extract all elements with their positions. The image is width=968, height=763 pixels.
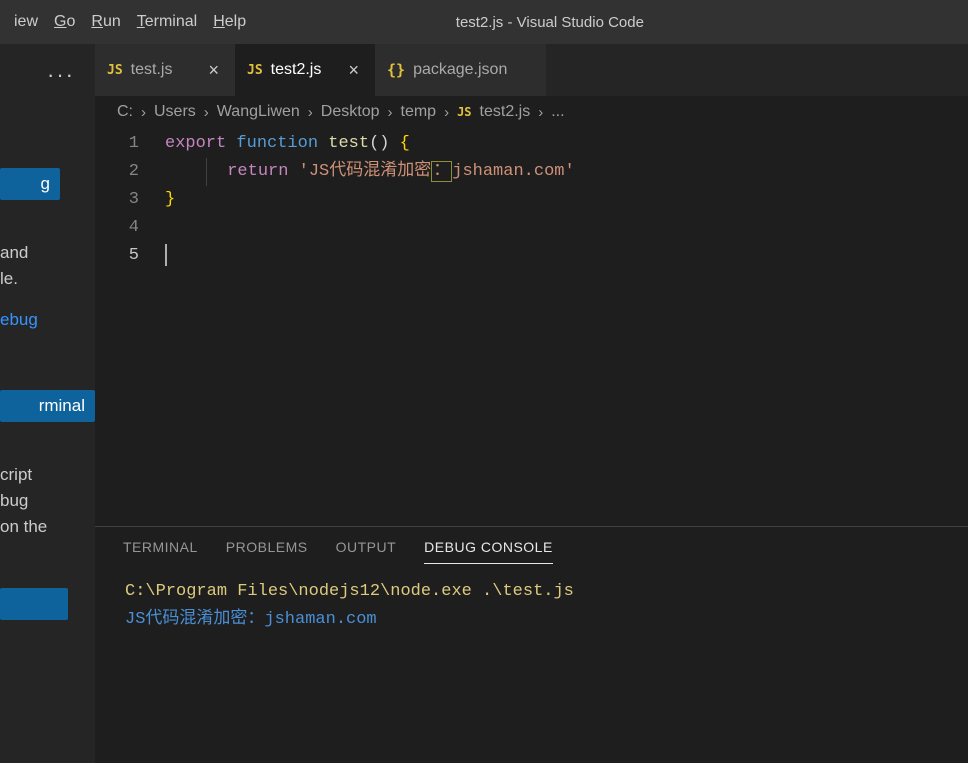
chevron-right-icon: › (141, 104, 146, 121)
panel-tab-terminal[interactable]: TERMINAL (123, 539, 198, 564)
breadcrumb-tail[interactable]: ... (551, 103, 564, 121)
menu-help[interactable]: Help (205, 9, 254, 35)
breadcrumb-part[interactable]: Desktop (321, 103, 380, 121)
tab-packagejson[interactable]: {} package.json × (375, 44, 546, 96)
panel-tab-debug-console[interactable]: DEBUG CONSOLE (424, 539, 553, 564)
js-icon: JS (457, 105, 471, 119)
js-icon: JS (107, 63, 123, 78)
sidebar-link-debug[interactable]: ebug (0, 310, 95, 330)
chevron-right-icon: › (444, 104, 449, 121)
tab-bar: JS test.js × JS test2.js × {} package.js… (95, 44, 968, 96)
code-content[interactable]: export function test() { return 'JS代码混淆加… (165, 130, 968, 526)
tab-label: package.json (413, 61, 507, 79)
close-icon[interactable]: × (344, 60, 363, 81)
json-icon: {} (387, 61, 405, 79)
menu-go[interactable]: Go (46, 9, 83, 35)
console-output: JS代码混淆加密：jshaman.com (125, 606, 938, 634)
console-command: C:\Program Files\nodejs12\node.exe .\tes… (125, 578, 938, 606)
breadcrumb-file[interactable]: test2.js (480, 103, 531, 121)
sidebar-text-1: and le. (0, 240, 95, 292)
sidebar-button-3[interactable] (0, 588, 68, 620)
js-icon: JS (247, 63, 263, 78)
panel-tab-bar: TERMINAL PROBLEMS OUTPUT DEBUG CONSOLE (95, 527, 968, 564)
chevron-right-icon: › (538, 104, 543, 121)
sidebar-panel: ··· g and le. ebug rminal cript bug on t… (0, 44, 95, 763)
menu-terminal[interactable]: Terminal (129, 9, 205, 35)
close-icon[interactable]: × (204, 60, 223, 81)
sidebar-button-1[interactable]: g (0, 168, 60, 200)
panel-tab-problems[interactable]: PROBLEMS (226, 539, 308, 564)
breadcrumb-part[interactable]: WangLiwen (217, 103, 300, 121)
menu-run[interactable]: Run (83, 9, 128, 35)
panel-tab-output[interactable]: OUTPUT (336, 539, 397, 564)
bottom-panel: TERMINAL PROBLEMS OUTPUT DEBUG CONSOLE C… (95, 526, 968, 763)
tab-testjs[interactable]: JS test.js × (95, 44, 235, 96)
code-editor[interactable]: 1 2 3 4 5 export function test() { retur… (95, 128, 968, 526)
breadcrumb[interactable]: C: › Users › WangLiwen › Desktop › temp … (95, 96, 968, 128)
sidebar-button-terminal[interactable]: rminal (0, 390, 95, 422)
tab-label: test2.js (271, 61, 322, 79)
text-cursor (165, 244, 167, 266)
chevron-right-icon: › (204, 104, 209, 121)
debug-console-body[interactable]: C:\Program Files\nodejs12\node.exe .\tes… (95, 564, 968, 648)
window-title: test2.js - Visual Studio Code (456, 14, 644, 31)
breadcrumb-part[interactable]: Users (154, 103, 196, 121)
menu-bar: iew Go Run Terminal Help test2.js - Visu… (0, 0, 968, 44)
tab-test2js[interactable]: JS test2.js × (235, 44, 375, 96)
chevron-right-icon: › (388, 104, 393, 121)
more-icon[interactable]: ··· (0, 56, 95, 88)
main-area: JS test.js × JS test2.js × {} package.js… (95, 44, 968, 763)
menu-view[interactable]: iew (6, 9, 46, 35)
tab-label: test.js (131, 61, 173, 79)
sidebar-text-2: cript bug on the (0, 462, 95, 540)
line-number-gutter: 1 2 3 4 5 (95, 130, 165, 526)
breadcrumb-part[interactable]: temp (401, 103, 437, 121)
chevron-right-icon: › (308, 104, 313, 121)
breadcrumb-part[interactable]: C: (117, 103, 133, 121)
